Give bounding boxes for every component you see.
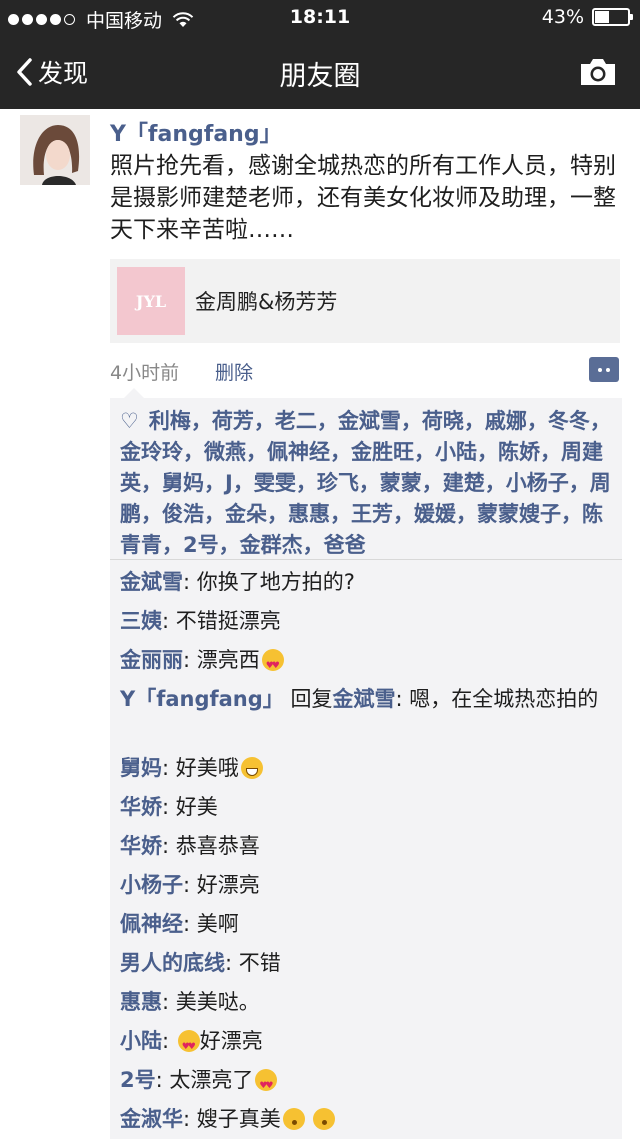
battery-status: 43% (541, 6, 633, 28)
camera-button[interactable] (578, 56, 618, 92)
battery-fill (595, 11, 609, 23)
comment-item[interactable]: 三姨: 不错挺漂亮 (120, 606, 620, 636)
comment-item[interactable]: 金斌雪: 你换了地方拍的? (120, 567, 620, 597)
comment-item[interactable]: 惠惠: 美美哒。 (120, 987, 620, 1017)
comment-author[interactable]: Y「fangfang」 (120, 687, 284, 711)
comment-text: : (162, 1029, 176, 1053)
comment-text: : 漂亮西 (183, 648, 260, 672)
battery-icon (592, 8, 633, 26)
likes-list: ♡ 利梅，荷芳，老二，金斌雪，荷晓，戚娜，冬冬，金玲玲，微燕，佩神经，金胜旺，小陆… (120, 406, 620, 561)
comment-item[interactable]: 金丽丽: 漂亮西 (120, 645, 620, 681)
thumbnail-logo: JYL (135, 291, 167, 311)
comment-item[interactable]: 小陆: 好漂亮 (120, 1026, 620, 1062)
grin-emoji-icon (240, 757, 263, 779)
comment-text: : 不错 (225, 951, 281, 975)
comment-text: : 你换了地方拍的? (183, 570, 355, 594)
delete-button[interactable]: 删除 (215, 358, 253, 385)
comment-text: : 好美哦 (162, 756, 239, 780)
reply-target[interactable]: 金斌雪 (332, 687, 395, 711)
link-title: 金周鹏&杨芳芳 (195, 290, 338, 314)
comment-text: 好漂亮 (199, 1029, 263, 1053)
comment-item[interactable]: 金淑华: 嫂子真美 (120, 1104, 620, 1134)
comment-text: : 好美 (162, 795, 218, 819)
battery-percent: 43% (541, 6, 584, 28)
avatar-photo (20, 115, 90, 185)
comment-text: : 嗯，在全城热恋拍的 (395, 687, 599, 711)
kiss-emoji-icon (313, 1108, 336, 1130)
comment-item[interactable]: 2号: 太漂亮了 (120, 1065, 620, 1101)
comment-text: : 恭喜恭喜 (162, 834, 260, 858)
camera-icon (581, 59, 615, 85)
comment-item[interactable]: 华娇: 好美 (120, 792, 620, 822)
comment-author[interactable]: 金斌雪 (120, 570, 183, 594)
comment-author[interactable]: 小陆 (120, 1029, 162, 1053)
heart-eyes-emoji-icon (255, 1069, 278, 1101)
comment-author[interactable]: 惠惠 (120, 990, 162, 1014)
comment-text: : 美美哒。 (162, 990, 260, 1014)
comment-author[interactable]: 金淑华 (120, 1107, 183, 1131)
comment-author[interactable]: 佩神经 (120, 912, 183, 936)
more-dot-icon (606, 367, 610, 372)
shared-link-card[interactable]: JYL 金周鹏&杨芳芳 (110, 259, 620, 343)
comment-item[interactable]: 小杨子: 好漂亮 (120, 870, 620, 900)
comment-author[interactable]: 舅妈 (120, 756, 162, 780)
more-dot-icon (598, 367, 602, 372)
comment-item[interactable]: 舅妈: 好美哦 (120, 753, 620, 783)
post-timestamp: 4小时前 (110, 362, 180, 384)
comment-text: : 不错挺漂亮 (162, 609, 281, 633)
comment-item[interactable]: Y「fangfang」 回复金斌雪: 嗯，在全城热恋拍的 (120, 684, 620, 714)
comment-author[interactable]: 华娇 (120, 834, 162, 858)
comment-author[interactable]: 小杨子 (120, 873, 183, 897)
page-title: 朋友圈 (279, 61, 361, 92)
heart-icon: ♡ (120, 409, 139, 433)
comments-panel: ♡ 利梅，荷芳，老二，金斌雪，荷晓，戚娜，冬冬，金玲玲，微燕，佩神经，金胜旺，小陆… (110, 388, 622, 1139)
kiss-emoji-icon (282, 1108, 305, 1130)
comment-item[interactable]: 男人的底线: 不错 (120, 948, 620, 978)
status-bar: 中国移动 18:11 43% (0, 0, 640, 36)
comment-author[interactable]: 三姨 (120, 609, 162, 633)
navigation-bar: 发现 朋友圈 (0, 36, 640, 109)
comment-author[interactable]: 男人的底线 (120, 951, 225, 975)
comment-author[interactable]: 金丽丽 (120, 648, 183, 672)
comment-item[interactable]: 华娇: 恭喜恭喜 (120, 831, 620, 861)
post-author[interactable]: Y「fangfang」 (110, 116, 282, 148)
avatar[interactable] (20, 115, 90, 185)
heart-eyes-emoji-icon (177, 1030, 200, 1062)
likes-names[interactable]: 利梅，荷芳，老二，金斌雪，荷晓，戚娜，冬冬，金玲玲，微燕，佩神经，金胜旺，小陆，… (120, 409, 611, 557)
post-text: 照片抢先看，感谢全城热恋的所有工作人员，特别是摄影师建楚老师，还有美女化妆师及助… (110, 153, 616, 243)
comment-author[interactable]: 华娇 (120, 795, 162, 819)
comment-author[interactable]: 2号 (120, 1068, 156, 1092)
comment-text: : 美啊 (183, 912, 239, 936)
comment-text: : 好漂亮 (183, 873, 260, 897)
divider (110, 559, 622, 560)
reply-word: 回复 (283, 687, 333, 711)
comment-text: : 嫂子真美 (183, 1107, 281, 1131)
link-thumbnail: JYL (117, 267, 185, 335)
comment-text: : 太漂亮了 (155, 1068, 254, 1092)
comment-item[interactable]: 佩神经: 美啊 (120, 909, 620, 939)
heart-eyes-emoji-icon (261, 649, 284, 681)
comment-menu-button[interactable] (589, 357, 619, 382)
